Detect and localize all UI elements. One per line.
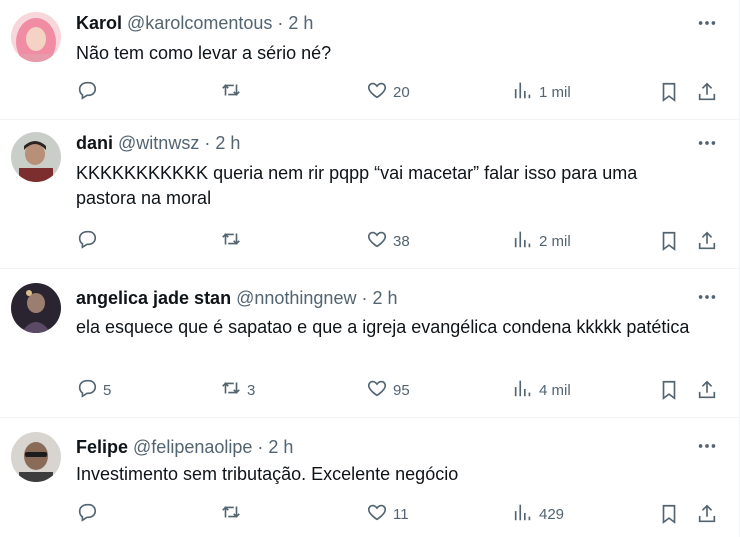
separator-dot: · [277, 13, 284, 33]
display-name[interactable]: dani [76, 133, 113, 153]
bookmark-icon[interactable] [658, 378, 680, 402]
views-chart-icon [512, 377, 534, 404]
retweet-button[interactable]: 3 [220, 378, 255, 402]
separator-dot: · [257, 437, 264, 457]
reply-icon [76, 501, 98, 528]
reply-icon [76, 79, 98, 106]
share-icon[interactable] [696, 502, 718, 526]
tweet-text: KKKKKKKKKKK queria nem rir pqpp “vai mac… [76, 163, 638, 208]
like-button[interactable]: 38 [366, 229, 410, 253]
share-icon[interactable] [696, 80, 718, 104]
views-count: 1 mil [539, 83, 571, 101]
avatar[interactable] [11, 132, 61, 182]
retweet-button[interactable] [220, 229, 247, 253]
like-count: 20 [393, 83, 410, 101]
views-button[interactable]: 4 mil [512, 378, 571, 402]
display-name[interactable]: angelica jade stan [76, 288, 231, 308]
timestamp[interactable]: 2 h [372, 288, 397, 308]
heart-icon [366, 228, 388, 255]
retweet-button[interactable] [220, 502, 247, 526]
views-chart-icon [512, 228, 534, 255]
heart-icon [366, 377, 388, 404]
share-icon[interactable] [696, 378, 718, 402]
reply-icon [76, 377, 98, 404]
display-name[interactable]: Karol [76, 13, 122, 33]
reply-button[interactable] [76, 229, 103, 253]
views-chart-icon [512, 501, 534, 528]
like-button[interactable]: 95 [366, 378, 410, 402]
views-button[interactable]: 429 [512, 502, 564, 526]
tweet-header: dani @witnwsz · 2 h [76, 132, 240, 154]
avatar[interactable] [11, 12, 61, 62]
like-count: 11 [393, 505, 409, 523]
separator-dot: · [361, 288, 368, 308]
tweet-text: ela esquece que é sapatao e que a igreja… [76, 317, 690, 337]
user-handle[interactable]: @felipenaolipe [133, 437, 252, 457]
reply-button[interactable]: 5 [76, 378, 111, 402]
like-count: 95 [393, 381, 410, 399]
views-count: 2 mil [539, 232, 571, 250]
tweet-header: angelica jade stan @nnothingnew · 2 h [76, 287, 398, 309]
tweet-text: Não tem como levar a sério né? [76, 43, 332, 63]
views-count: 429 [539, 505, 565, 523]
separator-dot: · [204, 133, 211, 153]
reply-button[interactable] [76, 80, 103, 104]
heart-icon [366, 501, 388, 528]
user-handle[interactable]: @nnothingnew [236, 288, 356, 308]
retweet-icon [220, 501, 242, 528]
tweet-header: Karol @karolcomentous · 2 h [76, 12, 313, 34]
user-handle[interactable]: @witnwsz [118, 133, 199, 153]
more-dots-icon[interactable] [694, 134, 720, 152]
tweet-text: Investimento sem tributação. Excelente n… [76, 464, 459, 484]
views-count: 4 mil [539, 381, 571, 399]
reply-icon [76, 228, 98, 255]
action-bar: 5 3 95 4 mil [76, 378, 720, 402]
action-bar: 38 2 mil [76, 229, 720, 253]
like-button[interactable]: 20 [366, 80, 410, 104]
retweet-count: 3 [247, 381, 256, 399]
heart-icon [366, 79, 388, 106]
bookmark-icon[interactable] [658, 229, 680, 253]
avatar[interactable] [11, 432, 61, 482]
more-dots-icon[interactable] [694, 14, 720, 32]
views-button[interactable]: 1 mil [512, 80, 571, 104]
tweet[interactable]: angelica jade stan @nnothingnew · 2 h el… [0, 269, 740, 418]
avatar[interactable] [11, 283, 61, 333]
user-handle[interactable]: @karolcomentous [127, 13, 272, 33]
timestamp[interactable]: 2 h [268, 437, 293, 457]
reply-feed: Karol @karolcomentous · 2 h Não tem como… [0, 0, 740, 537]
bookmark-icon[interactable] [658, 502, 680, 526]
display-name[interactable]: Felipe [76, 437, 128, 457]
like-button[interactable]: 11 [366, 502, 409, 526]
retweet-icon [220, 228, 242, 255]
tweet-header: Felipe @felipenaolipe · 2 h [76, 436, 293, 458]
retweet-button[interactable] [220, 80, 247, 104]
views-chart-icon [512, 79, 534, 106]
action-bar: 20 1 mil [76, 80, 720, 104]
more-dots-icon[interactable] [694, 288, 720, 306]
like-count: 38 [393, 232, 410, 250]
retweet-icon [220, 79, 242, 106]
share-icon[interactable] [696, 229, 718, 253]
more-dots-icon[interactable] [694, 437, 720, 455]
reply-button[interactable] [76, 502, 103, 526]
tweet[interactable]: dani @witnwsz · 2 h KKKKKKKKKKK queria n… [0, 120, 740, 269]
timestamp[interactable]: 2 h [215, 133, 240, 153]
views-button[interactable]: 2 mil [512, 229, 571, 253]
timestamp[interactable]: 2 h [288, 13, 313, 33]
reply-count: 5 [103, 381, 112, 399]
action-bar: 11 429 [76, 502, 720, 526]
retweet-icon [220, 377, 242, 404]
bookmark-icon[interactable] [658, 80, 680, 104]
tweet[interactable]: Felipe @felipenaolipe · 2 h Investimento… [0, 418, 740, 537]
tweet[interactable]: Karol @karolcomentous · 2 h Não tem como… [0, 0, 740, 120]
